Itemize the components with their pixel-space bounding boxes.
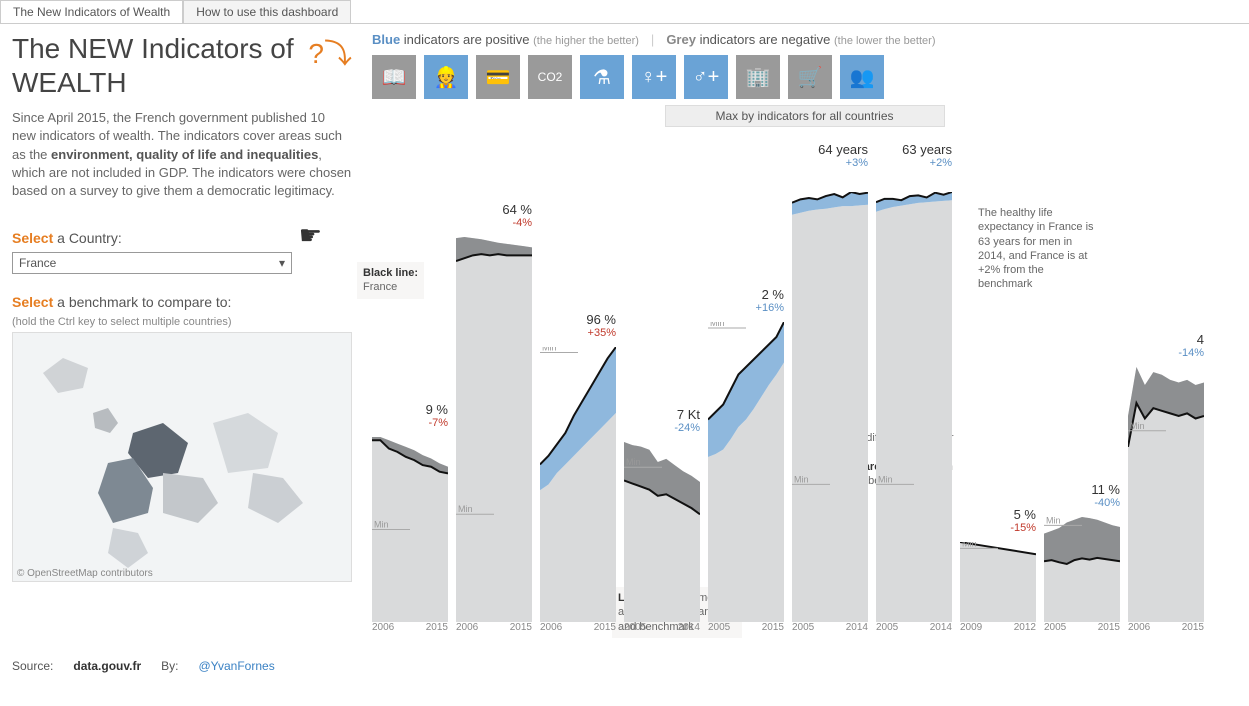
- health-female-icon[interactable]: ♀+: [632, 55, 676, 99]
- chart-svg: Min: [876, 192, 952, 622]
- callout-black-line: Black line:France: [357, 262, 424, 299]
- svg-text:Min: Min: [542, 347, 557, 353]
- chart-axis: 20062015: [1128, 622, 1204, 633]
- benchmark-map[interactable]: © OpenStreetMap contributors: [12, 332, 352, 582]
- svg-text:Min: Min: [710, 322, 725, 328]
- chart-value-label: 7 Kt-24%: [674, 407, 700, 434]
- chart-axis: 20062015: [372, 622, 448, 633]
- tabs: The New Indicators of Wealth How to use …: [0, 0, 1249, 24]
- europe-map-icon: [13, 333, 352, 582]
- chevron-down-icon: ▾: [279, 256, 285, 270]
- pointer-hand-icon: ☛: [299, 220, 322, 251]
- callout-healthy: The healthy life expectancy in France is…: [972, 202, 1102, 296]
- svg-text:Min: Min: [962, 542, 977, 548]
- chart-svg: Min: [708, 322, 784, 622]
- left-panel: The NEW Indicators of WEALTH ?⤵ Since Ap…: [12, 32, 372, 647]
- intro-text: Since April 2015, the French government …: [12, 109, 352, 200]
- svg-text:Min: Min: [458, 504, 473, 514]
- page-title: The NEW Indicators of WEALTH: [12, 32, 352, 99]
- chart-svg: Min: [792, 192, 868, 622]
- chart-svg: Min: [1044, 517, 1120, 622]
- svg-text:Min: Min: [626, 457, 641, 467]
- legend: Blue indicators are positive (the higher…: [372, 32, 1237, 47]
- chart-value-label: 96 %+35%: [586, 312, 616, 339]
- chart-c2[interactable]: 64 %-4%Min20062015: [456, 237, 532, 633]
- chart-value-label: 2 %+16%: [756, 287, 784, 314]
- tab-indicators[interactable]: The New Indicators of Wealth: [0, 0, 183, 23]
- chart-svg: Min: [372, 437, 448, 622]
- cart-icon[interactable]: 🛒: [788, 55, 832, 99]
- chart-svg: Min: [624, 442, 700, 622]
- chart-c8[interactable]: 5 %-15%Min20092012: [960, 542, 1036, 633]
- charts-section-title: Max by indicators for all countries: [665, 105, 945, 127]
- chart-c9[interactable]: 11 %-40%Min20052015: [1044, 517, 1120, 633]
- chart-axis: 20052015: [708, 622, 784, 633]
- chart-axis: 20062015: [456, 622, 532, 633]
- chart-axis: 20092012: [960, 622, 1036, 633]
- chart-value-label: 4-14%: [1178, 332, 1204, 359]
- book-icon[interactable]: 📖: [372, 55, 416, 99]
- source-link[interactable]: data.gouv.fr: [73, 659, 141, 673]
- author-link[interactable]: @YvanFornes: [198, 659, 274, 673]
- benchmark-hint: (hold the Ctrl key to select multiple co…: [12, 316, 352, 328]
- cards-icon[interactable]: 💳: [476, 55, 520, 99]
- footer: Source: data.gouv.fr By: @YvanFornes: [0, 655, 1249, 677]
- chart-axis: 20052014: [792, 622, 868, 633]
- chart-value-label: 63 years+2%: [902, 142, 952, 169]
- chart-value-label: 5 %-15%: [1010, 507, 1036, 534]
- health-male-icon[interactable]: ♂+: [684, 55, 728, 99]
- chart-c4[interactable]: 7 Kt-24%Min20052014: [624, 442, 700, 633]
- benchmark-label: Select a benchmark to compare to:: [12, 294, 352, 310]
- svg-text:Min: Min: [1046, 517, 1061, 525]
- chart-svg: Min: [456, 237, 532, 622]
- chart-svg: Min: [960, 542, 1036, 622]
- tab-howto[interactable]: How to use this dashboard: [183, 0, 351, 23]
- chart-value-label: 9 %-7%: [426, 402, 448, 429]
- map-attribution: © OpenStreetMap contributors: [17, 568, 153, 579]
- chart-value-label: 11 %-40%: [1091, 482, 1120, 509]
- chart-axis: 20062015: [540, 622, 616, 633]
- people-icon[interactable]: 👥: [840, 55, 884, 99]
- building-icon[interactable]: 🏢: [736, 55, 780, 99]
- charts-area: Black line:France Light grey, common are…: [372, 137, 1237, 647]
- svg-text:Min: Min: [1130, 421, 1145, 431]
- help-arrow-icon: ?⤵: [308, 32, 352, 72]
- chart-c7[interactable]: 63 years+2%Min20052014: [876, 192, 952, 633]
- chart-axis: 20052014: [876, 622, 952, 633]
- chart-svg: Min: [1128, 367, 1204, 622]
- chart-c3[interactable]: 96 %+35%Min20062015: [540, 347, 616, 633]
- country-dropdown[interactable]: France ▾: [12, 252, 292, 274]
- chart-axis: 20052014: [624, 622, 700, 633]
- chart-c10[interactable]: 4-14%Min20062015: [1128, 367, 1204, 633]
- chart-c5[interactable]: 2 %+16%Min20052015: [708, 322, 784, 633]
- svg-text:Min: Min: [794, 474, 809, 484]
- chart-svg: Min: [540, 347, 616, 622]
- svg-text:Min: Min: [374, 520, 389, 530]
- svg-text:Min: Min: [878, 474, 893, 484]
- flask-icon[interactable]: ⚗: [580, 55, 624, 99]
- worker-icon[interactable]: 👷: [424, 55, 468, 99]
- country-value: France: [19, 256, 56, 270]
- co2-icon[interactable]: CO2: [528, 55, 572, 99]
- chart-c6[interactable]: 64 years+3%Min20052014: [792, 192, 868, 633]
- chart-value-label: 64 %-4%: [502, 202, 532, 229]
- chart-c1[interactable]: 9 %-7%Min20062015: [372, 437, 448, 633]
- indicator-icons: 📖👷💳CO2⚗♀+♂+🏢🛒👥: [372, 55, 1237, 99]
- chart-value-label: 64 years+3%: [818, 142, 868, 169]
- right-panel: Blue indicators are positive (the higher…: [372, 32, 1237, 647]
- chart-axis: 20052015: [1044, 622, 1120, 633]
